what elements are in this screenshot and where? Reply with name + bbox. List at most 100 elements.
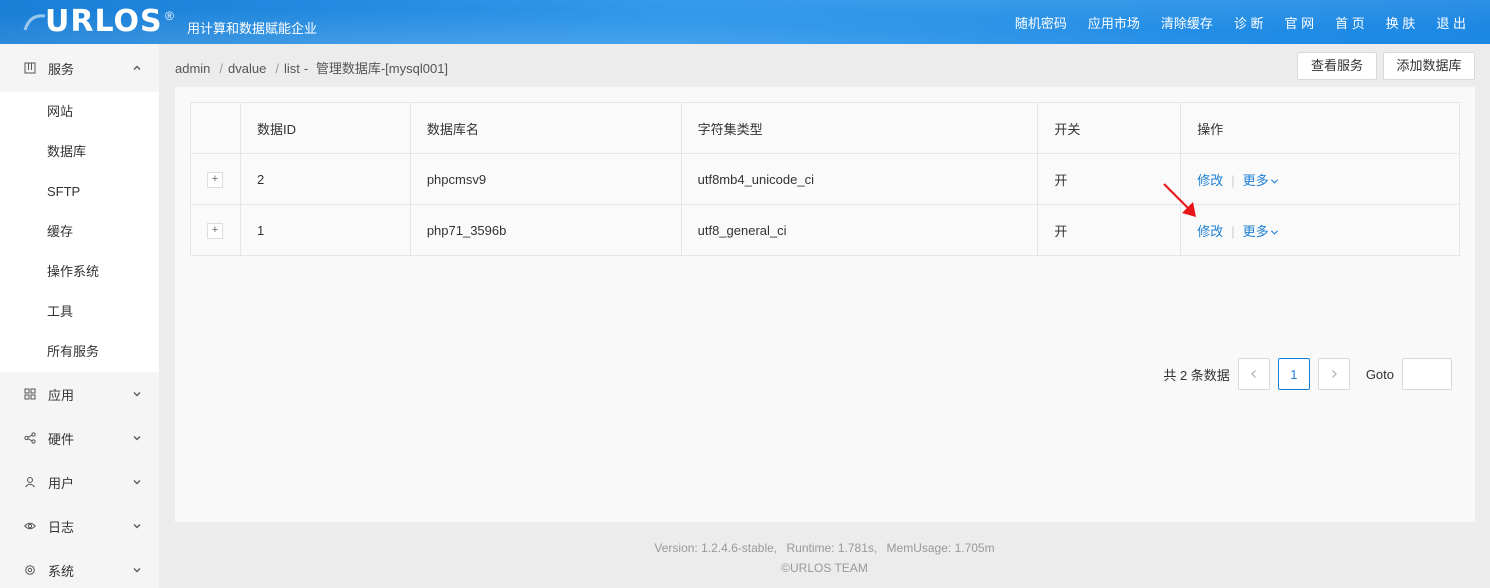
goto-input[interactable] bbox=[1402, 358, 1452, 390]
nav-clear-cache[interactable]: 清除缓存 bbox=[1161, 13, 1213, 32]
sidebar-item-os[interactable]: 操作系统 bbox=[0, 252, 159, 292]
sidebar-group-users[interactable]: 用户 bbox=[0, 460, 159, 504]
table-row: + 2 phpcmsv9 utf8mb4_unicode_ci 开 修改 | 更多 bbox=[190, 153, 1460, 205]
breadcrumb-admin[interactable]: admin bbox=[175, 61, 210, 76]
share-nodes-icon bbox=[24, 432, 36, 444]
nav-skin[interactable]: 换 肤 bbox=[1386, 13, 1416, 32]
sidebar-group-service[interactable]: 服务 bbox=[0, 44, 159, 92]
sidebar-group-label: 用户 bbox=[48, 475, 75, 491]
slogan: 用计算和数据赋能企业 bbox=[187, 21, 318, 36]
more-dropdown[interactable]: 更多 bbox=[1243, 224, 1279, 239]
column-header-db-name[interactable]: 数据库名 bbox=[409, 102, 682, 154]
column-header-charset[interactable]: 字符集类型 bbox=[680, 102, 1039, 154]
edit-link[interactable]: 修改 bbox=[1197, 224, 1223, 239]
sidebar-group-system[interactable]: 系统 bbox=[0, 548, 159, 588]
sidebar-item-cache[interactable]: 缓存 bbox=[0, 212, 159, 252]
expand-row-button[interactable]: + bbox=[207, 172, 223, 188]
add-database-button[interactable]: 添加数据库 bbox=[1383, 52, 1475, 80]
edit-link[interactable]: 修改 bbox=[1197, 173, 1223, 188]
sidebar-item-website[interactable]: 网站 bbox=[0, 92, 159, 132]
column-header-id[interactable]: 数据ID bbox=[239, 102, 411, 154]
pagination: 共 2 条数据 1 Goto bbox=[1163, 358, 1452, 390]
chevron-right-icon bbox=[1331, 370, 1337, 378]
gear-icon bbox=[25, 565, 35, 575]
more-dropdown[interactable]: 更多 bbox=[1243, 173, 1279, 188]
page-title: 管理数据库-[mysql001] bbox=[315, 61, 449, 76]
breadcrumb-separator: / bbox=[275, 61, 279, 76]
sidebar-group-apps[interactable]: 应用 bbox=[0, 372, 159, 416]
breadcrumb-separator: / bbox=[219, 61, 224, 76]
chevron-down-icon bbox=[1270, 229, 1278, 235]
breadcrumb-list[interactable]: list bbox=[284, 61, 300, 76]
annotation-arrow-icon bbox=[1163, 183, 1196, 217]
chevron-down-icon bbox=[133, 436, 141, 441]
footer-stats: Version: 1.2.4.6-stable, Runtime: 1.781s… bbox=[159, 538, 1490, 558]
logo-registered-mark: ® bbox=[165, 9, 174, 23]
chevron-down-icon bbox=[133, 480, 141, 485]
column-header-expand bbox=[190, 102, 241, 154]
nav-diagnose[interactable]: 诊 断 bbox=[1234, 13, 1264, 32]
apps-grid-icon bbox=[24, 388, 36, 400]
sidebar-item-all-services[interactable]: 所有服务 bbox=[0, 332, 159, 372]
sidebar-group-label: 硬件 bbox=[48, 431, 75, 447]
sidebar-group-logs[interactable]: 日志 bbox=[0, 504, 159, 548]
chevron-left-icon bbox=[1250, 370, 1256, 378]
nav-logout[interactable]: 退 出 bbox=[1436, 13, 1466, 32]
main-panel: 数据ID 数据库名 字符集类型 开关 操作 + 2 phpcmsv9 utf8m… bbox=[175, 87, 1475, 522]
sidebar-item-sftp[interactable]: SFTP bbox=[0, 172, 159, 212]
sidebar-item-tools[interactable]: 工具 bbox=[0, 292, 159, 332]
breadcrumb: admin / dvalue / list - 管理数据库-[mysql001] bbox=[175, 58, 452, 77]
table-row: + 1 php71_3596b utf8_general_ci 开 修改 | 更多 bbox=[190, 204, 1460, 256]
column-header-switch[interactable]: 开关 bbox=[1037, 102, 1182, 154]
cell-actions: 修改 | 更多 bbox=[1180, 204, 1460, 256]
cell-charset: utf8_general_ci bbox=[680, 204, 1039, 256]
top-nav: 随机密码 应用市场 清除缓存 诊 断 官 网 首 页 换 肤 退 出 bbox=[994, 0, 1466, 44]
footer-mem-usage: MemUsage: 1.705m bbox=[886, 541, 995, 555]
chevron-down-icon bbox=[1270, 178, 1278, 184]
next-page-button[interactable] bbox=[1317, 358, 1350, 390]
pagination-total: 共 2 条数据 bbox=[1163, 367, 1230, 383]
view-service-button[interactable]: 查看服务 bbox=[1297, 52, 1377, 80]
database-table: 数据ID 数据库名 字符集类型 开关 操作 + 2 phpcmsv9 utf8m… bbox=[190, 102, 1460, 256]
nav-home[interactable]: 首 页 bbox=[1335, 13, 1365, 32]
expand-row-button[interactable]: + bbox=[207, 223, 223, 239]
breadcrumb-dvalue[interactable]: dvalue bbox=[228, 61, 266, 76]
footer-version: Version: 1.2.4.6-stable, bbox=[654, 541, 778, 555]
cell-actions: 修改 | 更多 bbox=[1180, 153, 1460, 205]
cell-id: 2 bbox=[239, 153, 411, 205]
more-label: 更多 bbox=[1242, 223, 1269, 239]
user-icon bbox=[25, 477, 35, 488]
sidebar-group-label: 系统 bbox=[48, 563, 75, 579]
nav-random-password[interactable]: 随机密码 bbox=[1015, 13, 1067, 32]
sidebar: 服务 网站 数据库 SFTP 缓存 操作系统 工具 所有服务 应用 硬件 用户 … bbox=[0, 44, 159, 588]
action-separator: | bbox=[1231, 223, 1235, 239]
logo[interactable]: URLOS bbox=[45, 4, 163, 39]
prev-page-button[interactable] bbox=[1237, 358, 1270, 390]
cell-id: 1 bbox=[239, 204, 411, 256]
footer-runtime: Runtime: 1.781s, bbox=[786, 541, 878, 555]
cell-db-name: phpcmsv9 bbox=[409, 153, 682, 205]
sidebar-item-database[interactable]: 数据库 bbox=[0, 132, 159, 172]
table-header-row: 数据ID 数据库名 字符集类型 开关 操作 bbox=[190, 102, 1460, 154]
more-label: 更多 bbox=[1242, 172, 1269, 188]
chevron-up-icon bbox=[133, 65, 141, 70]
service-submenu: 网站 数据库 SFTP 缓存 操作系统 工具 所有服务 bbox=[0, 92, 159, 372]
nav-official-site[interactable]: 官 网 bbox=[1285, 13, 1315, 32]
chevron-down-icon bbox=[133, 568, 141, 573]
page-button-current[interactable]: 1 bbox=[1277, 358, 1310, 390]
column-header-actions: 操作 bbox=[1180, 102, 1460, 154]
chevron-down-icon bbox=[133, 392, 141, 397]
nav-app-market[interactable]: 应用市场 bbox=[1088, 13, 1140, 32]
sidebar-group-label: 服务 bbox=[48, 61, 75, 77]
cell-charset: utf8mb4_unicode_ci bbox=[680, 153, 1039, 205]
sidebar-group-label: 应用 bbox=[48, 387, 75, 403]
footer: Version: 1.2.4.6-stable, Runtime: 1.781s… bbox=[159, 538, 1490, 578]
cell-db-name: php71_3596b bbox=[409, 204, 682, 256]
top-header: URLOS ® 用计算和数据赋能企业 随机密码 应用市场 清除缓存 诊 断 官 … bbox=[0, 0, 1490, 44]
sidebar-group-hardware[interactable]: 硬件 bbox=[0, 416, 159, 460]
eye-icon bbox=[24, 522, 36, 530]
goto-label: Goto bbox=[1365, 366, 1394, 382]
footer-copyright: ©URLOS TEAM bbox=[781, 561, 868, 575]
sidebar-group-label: 日志 bbox=[48, 519, 75, 535]
breadcrumb-dash: - bbox=[303, 61, 309, 76]
